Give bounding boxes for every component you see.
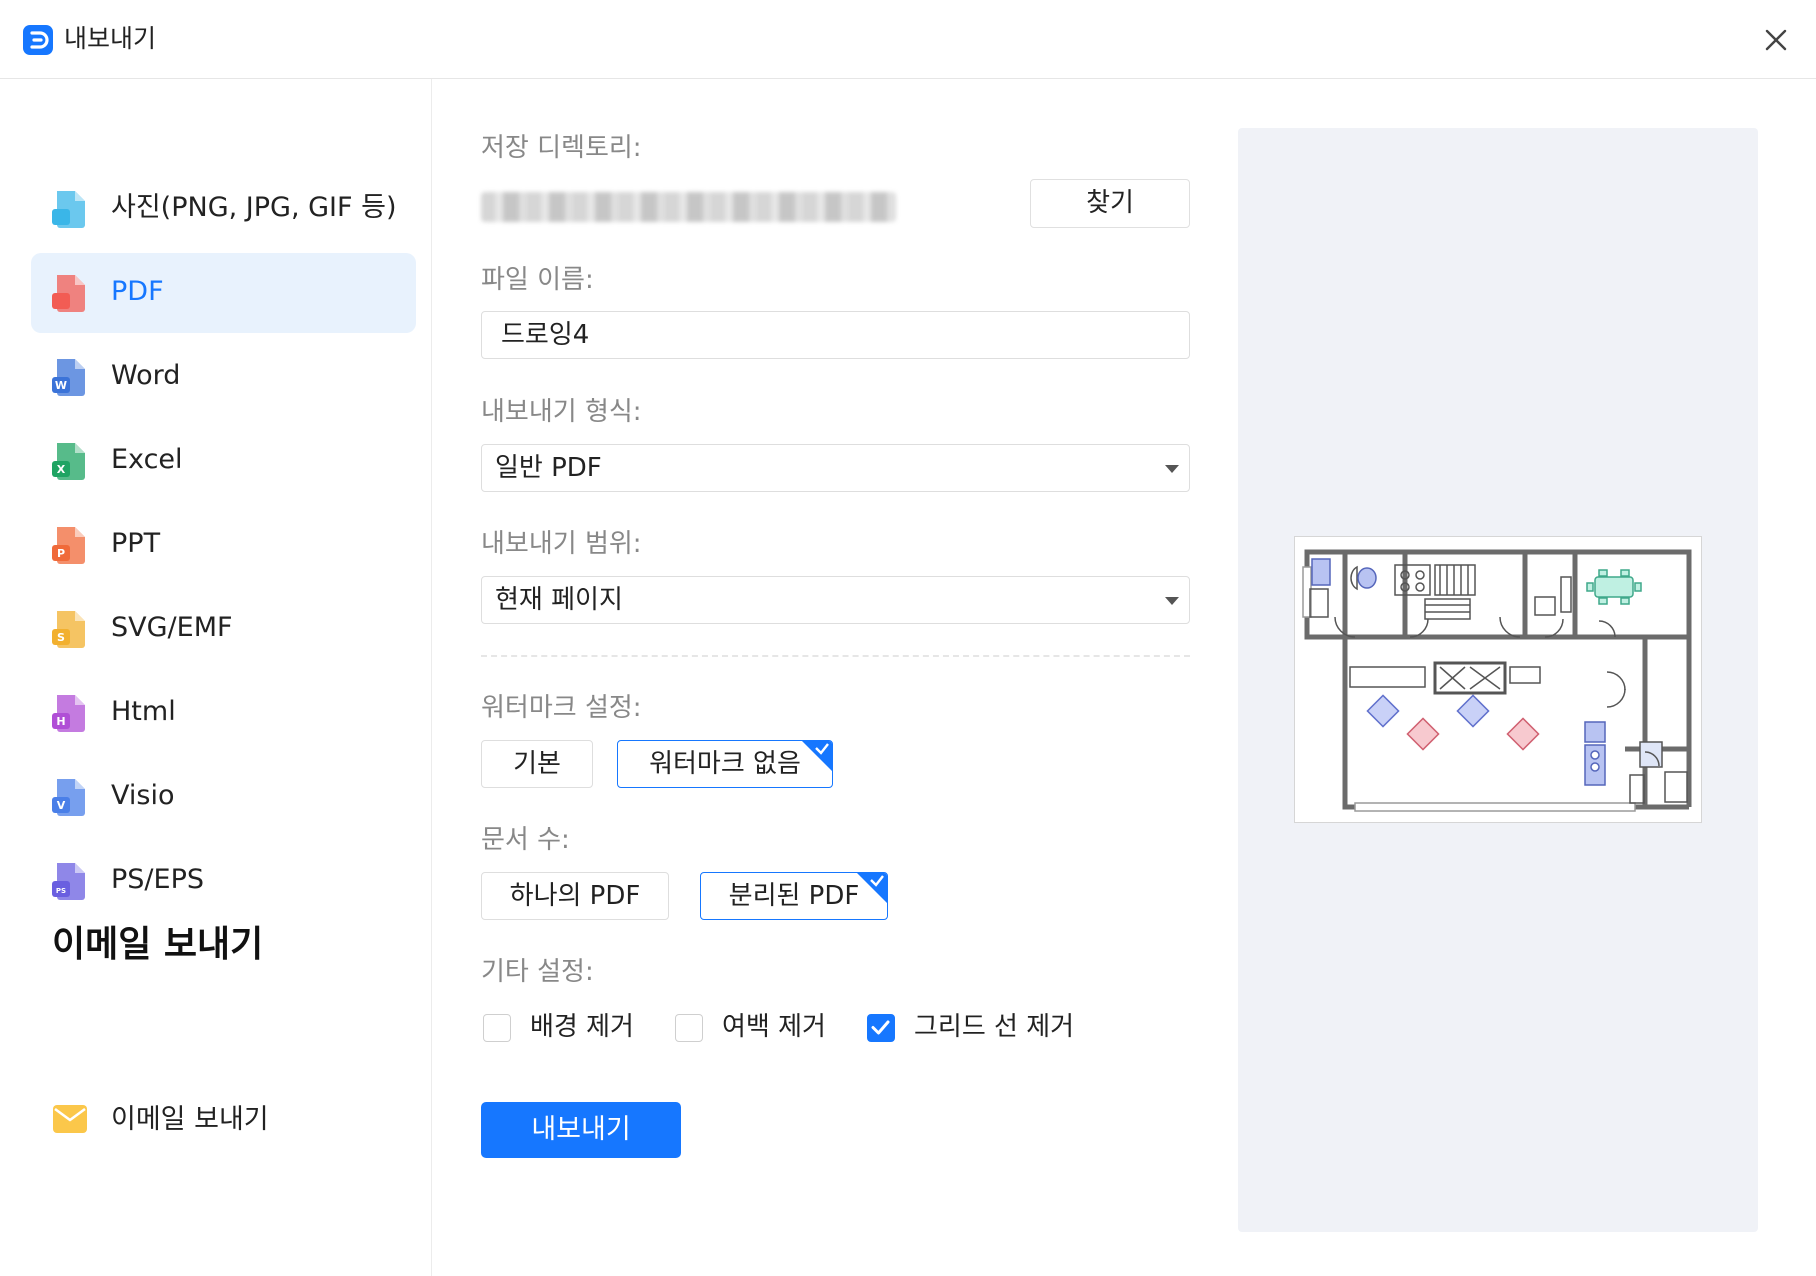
- svg-text:W: W: [55, 379, 67, 392]
- remove-background-label[interactable]: 배경 제거: [530, 1009, 634, 1045]
- save-dir-path: [481, 192, 896, 222]
- option-label: 기본: [513, 749, 561, 779]
- check-icon: [871, 1020, 890, 1035]
- svg-text:PS: PS: [56, 887, 66, 895]
- sidebar-item-ppt[interactable]: P PPT: [31, 505, 416, 585]
- preview-page: [1294, 536, 1702, 823]
- preview-panel: [1238, 128, 1758, 1232]
- sidebar-item-excel[interactable]: X Excel: [31, 421, 416, 501]
- svg-text:X: X: [57, 463, 66, 476]
- sidebar-item-label: 이메일 보내기: [111, 1104, 269, 1135]
- sidebar-item-label: Word: [111, 360, 181, 391]
- sidebar-item-label: SVG/EMF: [111, 612, 233, 643]
- ppt-file-icon: P: [52, 527, 85, 564]
- close-icon: [1765, 29, 1787, 51]
- svg-text:S: S: [57, 631, 65, 644]
- sidebar-item-pdf[interactable]: PDF: [31, 253, 416, 333]
- separate-pdf-button[interactable]: 분리된 PDF: [700, 872, 888, 920]
- pdf-file-icon: [52, 275, 85, 312]
- sidebar-item-email[interactable]: 이메일 보내기: [31, 1080, 416, 1160]
- window-title: 내보내기: [64, 24, 157, 53]
- email-section-heading: 이메일 보내기: [52, 924, 264, 965]
- sidebar-item-label: PS/EPS: [111, 864, 204, 895]
- option-label: 워터마크 없음: [649, 749, 801, 779]
- visio-file-icon: V: [52, 779, 85, 816]
- mail-icon: [53, 1105, 87, 1133]
- watermark-default-button[interactable]: 기본: [481, 740, 593, 788]
- export-button[interactable]: 내보내기: [481, 1102, 681, 1158]
- ps-file-icon: PS: [52, 863, 85, 900]
- sidebar-item-html[interactable]: H Html: [31, 673, 416, 753]
- sidebar-item-word[interactable]: W Word: [31, 337, 416, 417]
- check-icon: [870, 875, 884, 887]
- remove-margin-label[interactable]: 여백 제거: [722, 1009, 826, 1045]
- file-name-input[interactable]: 드로잉4: [481, 311, 1190, 359]
- sidebar-item-ps[interactable]: PS PS/EPS: [31, 841, 416, 921]
- remove-grid-lines-checkbox[interactable]: [867, 1014, 895, 1042]
- other-settings-label: 기타 설정:: [481, 957, 594, 987]
- excel-file-icon: X: [52, 443, 85, 480]
- range-value: 현재 페이지: [495, 585, 623, 615]
- word-file-icon: W: [52, 359, 85, 396]
- doc-count-label: 문서 수:: [481, 825, 570, 855]
- section-divider: [481, 655, 1190, 657]
- format-select[interactable]: 일반 PDF: [481, 444, 1190, 492]
- svg-text:P: P: [57, 547, 65, 560]
- file-name-label: 파일 이름:: [481, 265, 594, 295]
- save-dir-label: 저장 디렉토리:: [481, 133, 642, 163]
- format-sidebar: 사진(PNG, JPG, GIF 등) PDF W Word X Excel P PPT S SV…: [0, 79, 432, 1276]
- sidebar-item-label: Excel: [111, 444, 183, 475]
- close-button[interactable]: [1756, 20, 1796, 60]
- app-logo-icon: [23, 25, 53, 55]
- sidebar-item-label: PDF: [111, 276, 164, 307]
- format-value: 일반 PDF: [495, 453, 602, 483]
- html-file-icon: H: [52, 695, 85, 732]
- sidebar-item-svg[interactable]: S SVG/EMF: [31, 589, 416, 669]
- remove-margin-checkbox[interactable]: [675, 1014, 703, 1042]
- sidebar-item-image[interactable]: 사진(PNG, JPG, GIF 등): [31, 169, 416, 249]
- svg-text:V: V: [57, 799, 66, 812]
- svg-text:H: H: [56, 715, 65, 728]
- format-label: 내보내기 형식:: [481, 397, 642, 427]
- option-label: 하나의 PDF: [509, 881, 641, 911]
- watermark-label: 워터마크 설정:: [481, 693, 642, 723]
- watermark-none-button[interactable]: 워터마크 없음: [617, 740, 833, 788]
- svg-file-icon: S: [52, 611, 85, 648]
- check-icon: [815, 743, 829, 755]
- sidebar-item-label: Visio: [111, 780, 175, 811]
- sidebar-item-label: 사진(PNG, JPG, GIF 등): [111, 192, 397, 223]
- remove-grid-lines-label[interactable]: 그리드 선 제거: [914, 1009, 1074, 1045]
- option-label: 분리된 PDF: [728, 881, 860, 911]
- single-pdf-button[interactable]: 하나의 PDF: [481, 872, 669, 920]
- browse-button[interactable]: 찾기: [1030, 179, 1190, 228]
- remove-background-checkbox[interactable]: [483, 1014, 511, 1042]
- sidebar-item-label: Html: [111, 696, 176, 727]
- title-bar: 내보내기: [0, 0, 1816, 79]
- range-select[interactable]: 현재 페이지: [481, 576, 1190, 624]
- floor-plan-preview: [1302, 549, 1692, 812]
- chevron-down-icon: [1165, 465, 1179, 473]
- sidebar-item-visio[interactable]: V Visio: [31, 757, 416, 837]
- image-file-icon: [52, 191, 85, 228]
- chevron-down-icon: [1165, 597, 1179, 605]
- range-label: 내보내기 범위:: [481, 529, 642, 559]
- sidebar-item-label: PPT: [111, 528, 161, 559]
